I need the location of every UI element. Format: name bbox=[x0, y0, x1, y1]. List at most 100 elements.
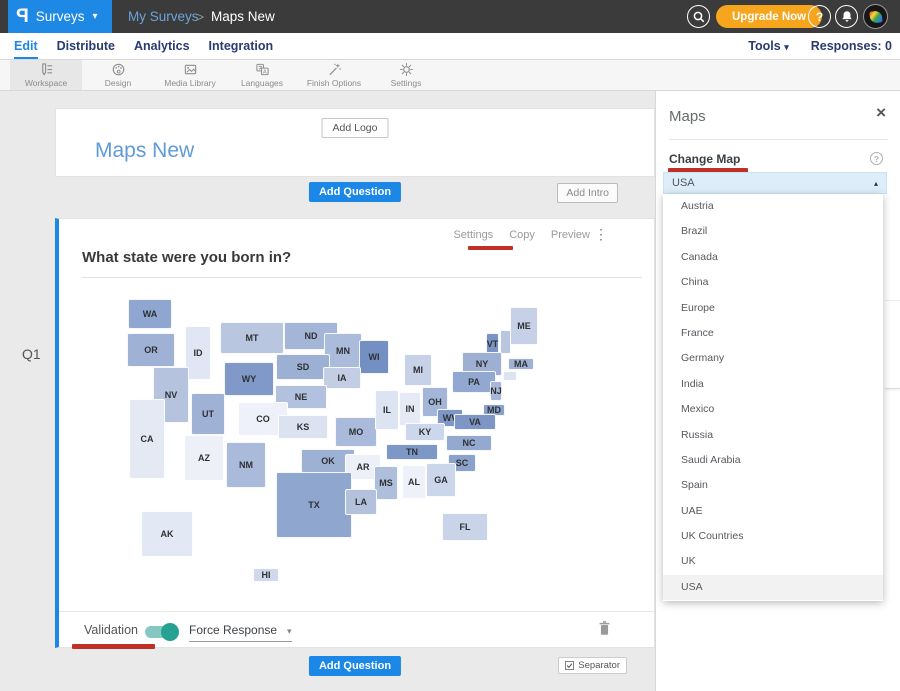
palette-icon bbox=[111, 62, 126, 77]
map-option[interactable]: Canada bbox=[663, 245, 883, 270]
map-state-nj[interactable]: NJ bbox=[490, 381, 502, 401]
editor-toolbar: Workspace Design Media Library A Languag… bbox=[0, 60, 900, 91]
map-state-mo[interactable]: MO bbox=[335, 417, 377, 447]
breadcrumb-separator: > bbox=[197, 0, 204, 33]
map-option[interactable]: Austria bbox=[663, 194, 883, 219]
notifications-button[interactable] bbox=[835, 5, 858, 28]
panel-title: Maps bbox=[669, 108, 706, 125]
map-state-tx[interactable]: TX bbox=[276, 472, 352, 538]
map-state-ga[interactable]: GA bbox=[426, 463, 456, 497]
map-option[interactable]: Europe bbox=[663, 296, 883, 321]
nav-tab[interactable]: Distribute bbox=[57, 33, 115, 59]
map-state-tn[interactable]: TN bbox=[386, 444, 438, 460]
map-state-la[interactable]: LA bbox=[345, 489, 377, 515]
map-state-mt[interactable]: MT bbox=[220, 322, 284, 354]
map-state-in[interactable]: IN bbox=[399, 392, 421, 426]
map-option[interactable]: Germany bbox=[663, 346, 883, 371]
survey-header-card: Add Logo Maps New bbox=[55, 108, 655, 177]
map-option[interactable]: Brazil bbox=[663, 219, 883, 244]
help-circle-icon[interactable]: ? bbox=[870, 152, 883, 165]
close-icon[interactable]: × bbox=[876, 103, 886, 123]
map-state-nc[interactable]: NC bbox=[446, 435, 492, 451]
question-more-menu[interactable]: ⋮ bbox=[594, 226, 608, 243]
search-button[interactable] bbox=[687, 5, 710, 28]
map-select[interactable]: USA ▴ bbox=[663, 172, 887, 194]
chevron-up-icon: ▴ bbox=[874, 179, 878, 188]
chevron-down-icon: ▾ bbox=[287, 626, 292, 636]
toolbar-item-design[interactable]: Design bbox=[82, 60, 154, 90]
user-avatar[interactable] bbox=[863, 4, 888, 29]
nav-tab[interactable]: Analytics bbox=[134, 33, 190, 59]
separator-toggle[interactable]: Separator bbox=[558, 657, 627, 674]
responses-count[interactable]: Responses: 0 bbox=[811, 39, 892, 53]
map-state-ks[interactable]: KS bbox=[278, 415, 328, 439]
add-logo-button[interactable]: Add Logo bbox=[322, 118, 389, 138]
nav-tab[interactable]: Integration bbox=[209, 33, 274, 59]
search-icon bbox=[692, 10, 706, 24]
map-option[interactable]: USA bbox=[663, 575, 883, 600]
map-option[interactable]: UK Countries bbox=[663, 524, 883, 549]
map-state-or[interactable]: OR bbox=[127, 333, 175, 367]
toolbar-item-workspace[interactable]: Workspace bbox=[10, 60, 82, 90]
map-option[interactable]: Spain bbox=[663, 473, 883, 498]
nav-tab[interactable]: Edit bbox=[14, 33, 38, 59]
map-state-nm[interactable]: NM bbox=[226, 442, 266, 488]
map-option[interactable]: Russia bbox=[663, 423, 883, 448]
map-state-ma[interactable]: MA bbox=[508, 358, 534, 370]
map-state-ia[interactable]: IA bbox=[323, 367, 361, 389]
map-state-sd[interactable]: SD bbox=[276, 354, 330, 380]
map-state-wa[interactable]: WA bbox=[128, 299, 172, 329]
avatar-quill-icon bbox=[869, 10, 883, 24]
breadcrumb-parent[interactable]: My Surveys bbox=[128, 0, 199, 33]
validation-toggle[interactable] bbox=[145, 626, 176, 638]
upgrade-now-button[interactable]: Upgrade Now bbox=[716, 5, 822, 28]
add-question-button-top[interactable]: Add Question bbox=[309, 182, 401, 202]
bell-icon bbox=[840, 9, 854, 24]
question-action-link[interactable]: Copy bbox=[509, 229, 535, 241]
product-switcher[interactable]: P Surveys ▾ bbox=[8, 0, 112, 33]
svg-text:A: A bbox=[262, 69, 266, 75]
questionpro-logo: P bbox=[16, 6, 29, 28]
add-intro-button[interactable]: Add Intro bbox=[557, 183, 618, 203]
map-option[interactable]: France bbox=[663, 321, 883, 346]
map-option[interactable]: Saudi Arabia bbox=[663, 448, 883, 473]
usa-map: WAORIDMTNDMNWIMIMEVTNYMASDWYIANEPANJNVUT… bbox=[99, 291, 559, 603]
map-option[interactable]: UK bbox=[663, 549, 883, 574]
map-state-mi[interactable]: MI bbox=[404, 354, 432, 386]
question-action-link[interactable]: Settings bbox=[453, 229, 493, 241]
add-question-button-bottom[interactable]: Add Question bbox=[309, 656, 401, 676]
tools-menu[interactable]: Tools ▾ bbox=[748, 39, 788, 53]
map-state-ms[interactable]: MS bbox=[374, 466, 398, 500]
chevron-down-icon: ▾ bbox=[92, 11, 97, 22]
map-state-ak[interactable]: AK bbox=[141, 511, 193, 557]
toolbar-item-languages[interactable]: A Languages bbox=[226, 60, 298, 90]
map-state-wy[interactable]: WY bbox=[224, 362, 274, 396]
map-option[interactable]: China bbox=[663, 270, 883, 295]
map-state-ky[interactable]: KY bbox=[405, 423, 445, 441]
map-state-ut[interactable]: UT bbox=[191, 393, 225, 435]
question-number-label: Q1 bbox=[22, 346, 41, 362]
validation-option-dropdown[interactable]: Force Response▾ bbox=[189, 623, 292, 642]
question-action-link[interactable]: Preview bbox=[551, 229, 590, 241]
map-state-va[interactable]: VA bbox=[454, 414, 496, 430]
map-option[interactable]: India bbox=[663, 372, 883, 397]
survey-title[interactable]: Maps New bbox=[95, 139, 194, 163]
map-option[interactable]: UAE bbox=[663, 499, 883, 524]
toolbar-item-settings[interactable]: Settings bbox=[370, 60, 442, 90]
map-state-fl[interactable]: FL bbox=[442, 513, 488, 541]
map-state-me[interactable]: ME bbox=[510, 307, 538, 345]
toolbar-item-media-library[interactable]: Media Library bbox=[154, 60, 226, 90]
delete-question-button[interactable] bbox=[597, 620, 612, 642]
map-state-wi[interactable]: WI bbox=[359, 340, 389, 374]
map-state-ca[interactable]: CA bbox=[129, 399, 165, 479]
map-state-il[interactable]: IL bbox=[375, 390, 399, 430]
help-button[interactable]: ? bbox=[808, 5, 831, 28]
question-text[interactable]: What state were you born in? bbox=[82, 249, 291, 266]
toolbar-item-finish-options[interactable]: Finish Options bbox=[298, 60, 370, 90]
map-state-unlabeled[interactable] bbox=[500, 330, 511, 354]
map-state-unlabeled[interactable] bbox=[503, 371, 517, 381]
map-state-az[interactable]: AZ bbox=[184, 435, 224, 481]
map-state-hi[interactable]: HI bbox=[253, 568, 279, 582]
map-option[interactable]: Mexico bbox=[663, 397, 883, 422]
map-state-al[interactable]: AL bbox=[402, 465, 426, 499]
